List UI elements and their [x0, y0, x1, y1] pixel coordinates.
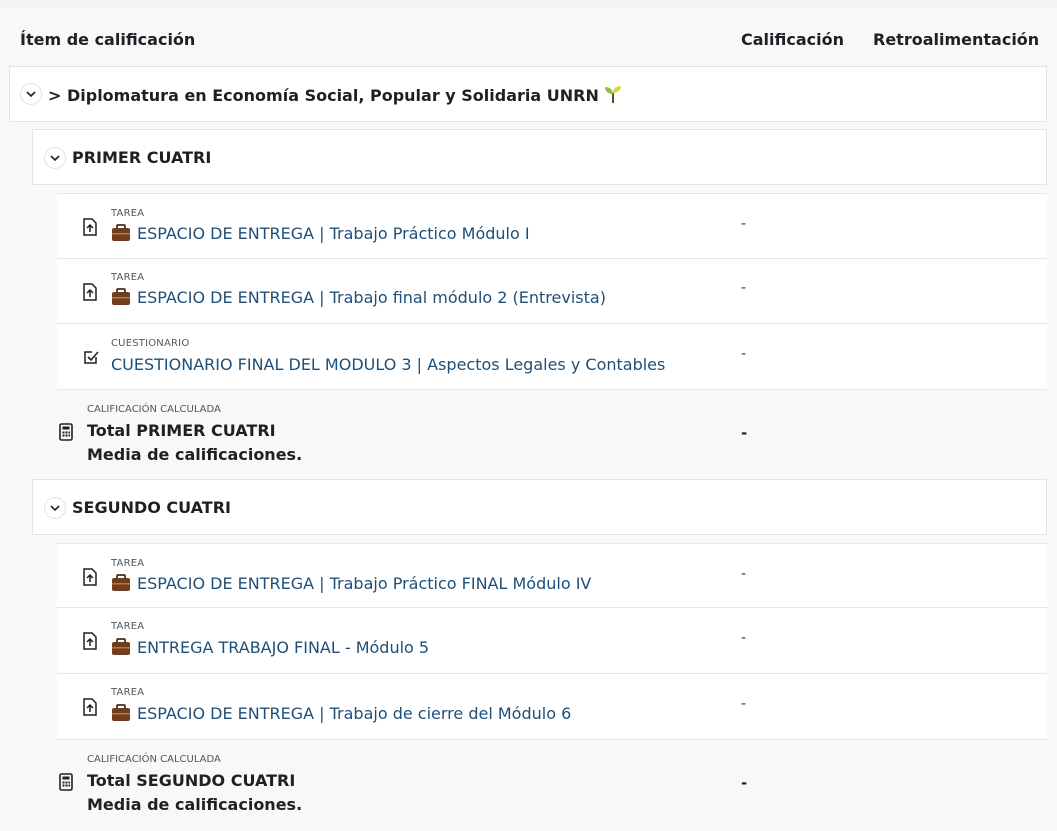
category-total-row: CALIFICACIÓN CALCULADA Total PRIMER CUAT… [57, 390, 1047, 478]
column-header-grade: Calificación [741, 30, 844, 49]
item-type-label: TAREA [111, 272, 145, 283]
chevron-down-icon [26, 91, 36, 98]
assignment-icon [83, 218, 97, 236]
grade-item-name: ESPACIO DE ENTREGA | Trabajo Práctico FI… [137, 574, 592, 593]
category-total-title: Total PRIMER CUATRI [87, 421, 276, 440]
grade-value: - [741, 280, 747, 296]
briefcase-icon [112, 224, 130, 241]
category-title: SEGUNDO CUATRI [72, 498, 231, 517]
calculator-icon [59, 423, 73, 441]
total-grade-value: - [741, 424, 748, 442]
aggregation-method: Media de calificaciones. [87, 445, 303, 464]
briefcase-icon [112, 288, 130, 305]
item-type-label: CUESTIONARIO [111, 338, 190, 349]
grade-item-row: TAREA ESPACIO DE ENTREGA | Trabajo de ci… [57, 674, 1047, 740]
quiz-icon [84, 351, 99, 364]
assignment-icon [83, 283, 97, 301]
chevron-down-icon [50, 155, 60, 162]
grade-item-row: TAREA ESPACIO DE ENTREGA | Trabajo Práct… [57, 543, 1047, 608]
grade-item-row: TAREA ESPACIO DE ENTREGA | Trabajo Práct… [57, 193, 1047, 259]
assignment-icon [83, 568, 97, 586]
grade-value: - [741, 346, 747, 362]
category-total-row: CALIFICACIÓN CALCULADA Total SEGUNDO CUA… [57, 740, 1047, 828]
grade-item-name: ESPACIO DE ENTREGA | Trabajo final módul… [137, 288, 606, 307]
column-header-feedback: Retroalimentación [873, 30, 1040, 49]
item-type-label: TAREA [111, 208, 145, 219]
category-row-primer-cuatri: PRIMER CUATRI [32, 129, 1047, 185]
grade-item-name: ENTREGA TRABAJO FINAL - Módulo 5 [137, 638, 430, 657]
course-title: > Diplomatura en Economía Social, Popula… [48, 84, 623, 105]
grade-item-link[interactable]: ESPACIO DE ENTREGA | Trabajo Práctico Mó… [111, 224, 530, 243]
calculator-icon [59, 773, 73, 791]
course-category-row: > Diplomatura en Economía Social, Popula… [9, 66, 1047, 122]
course-title-text: > Diplomatura en Economía Social, Popula… [48, 86, 599, 105]
category-title: PRIMER CUATRI [72, 148, 212, 167]
aggregation-method: Media de calificaciones. [87, 795, 303, 814]
grade-item-name: ESPACIO DE ENTREGA | Trabajo Práctico Mó… [137, 224, 530, 243]
grade-item-link[interactable]: ESPACIO DE ENTREGA | Trabajo final módul… [111, 288, 606, 307]
collapse-category-button[interactable] [44, 497, 66, 519]
grade-table-header: Ítem de calificación Calificación Retroa… [20, 30, 1057, 54]
calc-type-label: CALIFICACIÓN CALCULADA [87, 754, 221, 765]
grade-item-row: CUESTIONARIO CUESTIONARIO FINAL DEL MODU… [57, 324, 1047, 390]
grade-item-link[interactable]: CUESTIONARIO FINAL DEL MODULO 3 | Aspect… [111, 355, 665, 374]
grade-item-name: ESPACIO DE ENTREGA | Trabajo de cierre d… [137, 704, 572, 723]
category-row-segundo-cuatri: SEGUNDO CUATRI [32, 479, 1047, 535]
calc-type-label: CALIFICACIÓN CALCULADA [87, 404, 221, 415]
grade-item-link[interactable]: ENTREGA TRABAJO FINAL - Módulo 5 [111, 638, 429, 657]
item-type-label: TAREA [111, 687, 145, 698]
column-header-item: Ítem de calificación [20, 30, 196, 49]
grade-item-row: TAREA ESPACIO DE ENTREGA | Trabajo final… [57, 259, 1047, 324]
collapse-course-button[interactable] [20, 83, 42, 105]
grade-value: - [741, 566, 747, 582]
collapse-category-button[interactable] [44, 147, 66, 169]
briefcase-icon [112, 574, 130, 591]
briefcase-icon [112, 704, 130, 721]
assignment-icon [83, 698, 97, 716]
grade-value: - [741, 696, 747, 712]
assignment-icon [83, 632, 97, 650]
grade-item-link[interactable]: ESPACIO DE ENTREGA | Trabajo Práctico FI… [111, 574, 591, 593]
grade-item-row: TAREA ENTREGA TRABAJO FINAL - Módulo 5 - [57, 608, 1047, 674]
chevron-down-icon [50, 505, 60, 512]
category-total-title: Total SEGUNDO CUATRI [87, 771, 296, 790]
total-grade-value: - [741, 774, 748, 792]
briefcase-icon [112, 638, 130, 655]
item-type-label: TAREA [111, 558, 145, 569]
grade-value: - [741, 630, 747, 646]
item-type-label: TAREA [111, 621, 145, 632]
grade-value: - [741, 216, 747, 232]
grade-item-link[interactable]: ESPACIO DE ENTREGA | Trabajo de cierre d… [111, 704, 571, 723]
sprout-icon [604, 86, 621, 103]
